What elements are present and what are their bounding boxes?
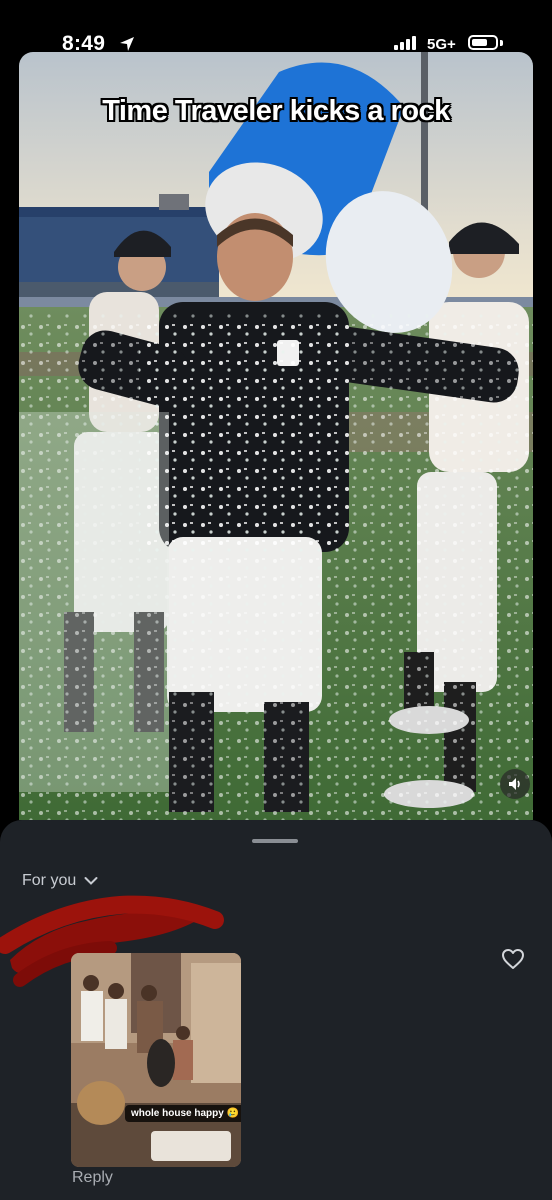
video-player[interactable]: Time Traveler kicks a rock — [19, 52, 533, 820]
mute-button[interactable] — [500, 769, 530, 799]
network-type: 5G+ — [427, 36, 456, 53]
video-caption: Time Traveler kicks a rock — [102, 95, 450, 127]
reply-link[interactable]: Reply — [72, 1169, 113, 1187]
sheet-drag-handle[interactable] — [252, 839, 298, 843]
cellular-signal-icon — [394, 36, 416, 50]
battery-icon — [468, 35, 498, 50]
thumbnail-caption: whole house happy 🥲 — [125, 1105, 241, 1122]
battery-cap — [500, 40, 503, 46]
thumbnail-image — [71, 953, 241, 1167]
for-you-sheet: For you whole house happy 🥲 Reply — [0, 820, 552, 1200]
location-arrow-icon — [120, 37, 134, 51]
for-you-dropdown[interactable]: For you — [22, 872, 98, 890]
status-bar: 8:49 5G+ — [0, 0, 552, 55]
reel-thumbnail[interactable]: whole house happy 🥲 — [71, 953, 241, 1167]
sheet-title-label: For you — [22, 872, 77, 889]
video-frame — [19, 52, 533, 820]
speaker-icon — [509, 778, 520, 790]
heart-outline-icon[interactable] — [501, 948, 525, 970]
chevron-down-icon — [84, 877, 98, 885]
